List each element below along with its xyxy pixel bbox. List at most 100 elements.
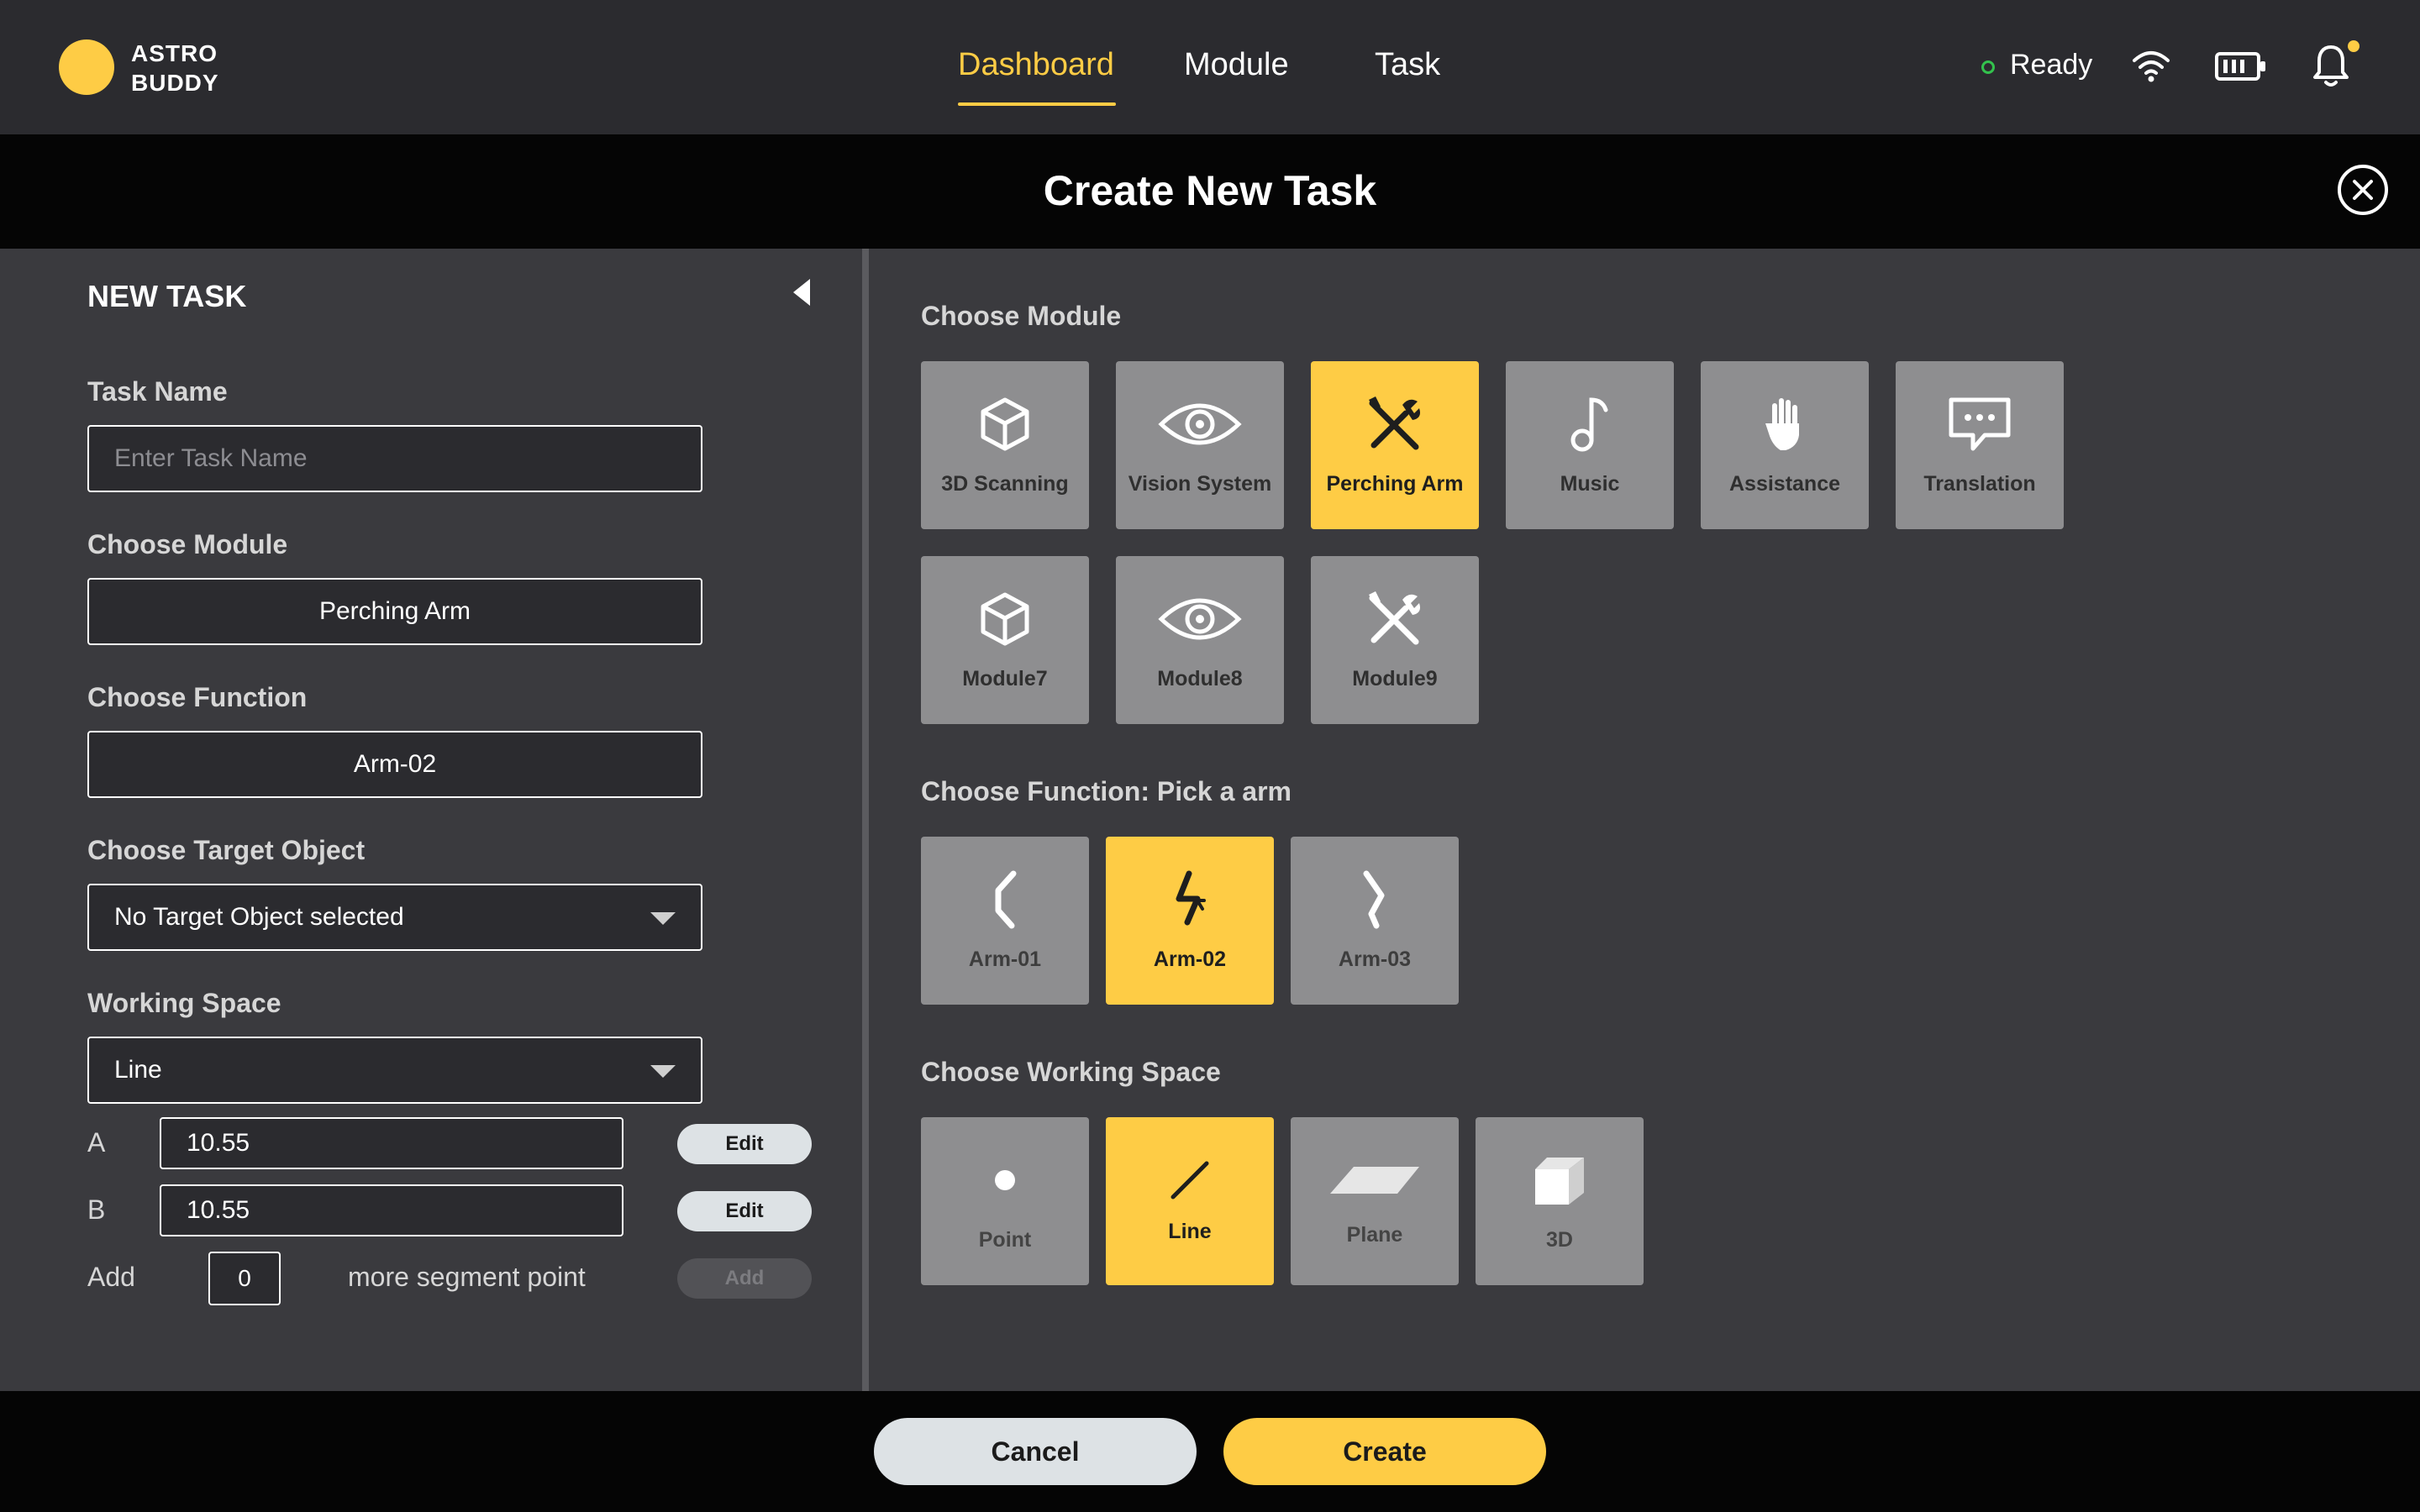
brand-line-1: ASTRO — [131, 40, 218, 66]
add-segment-button[interactable]: Add — [677, 1258, 812, 1299]
tile-label: Line — [1168, 1220, 1212, 1243]
edit-point-a-button[interactable]: Edit — [677, 1124, 812, 1164]
working-space-label: Working Space — [87, 988, 281, 1018]
tab-dashboard[interactable]: Dashboard — [958, 47, 1114, 83]
point-b-label: B — [87, 1194, 106, 1225]
chevron-down-icon — [650, 912, 676, 925]
module-tile-assistance[interactable]: Assistance — [1701, 361, 1869, 529]
task-name-label: Task Name — [87, 376, 228, 407]
module-tile-module9[interactable]: Module9 — [1311, 556, 1479, 724]
eye-icon — [1158, 403, 1242, 445]
brand-name: ASTRO BUDDY — [131, 39, 219, 97]
box-3d-icon — [1535, 1158, 1584, 1205]
target-object-label: Choose Target Object — [87, 835, 366, 865]
module-tile-translation[interactable]: Translation — [1896, 361, 2064, 529]
plane-icon — [1330, 1167, 1419, 1194]
choose-working-space-title: Choose Working Space — [921, 1057, 1221, 1087]
point-a-input[interactable]: 10.55 — [160, 1117, 623, 1169]
modal-title: Create New Task — [1043, 167, 1377, 214]
tab-task[interactable]: Task — [1375, 47, 1440, 83]
chevron-down-icon — [650, 1065, 676, 1078]
brand-line-2: BUDDY — [131, 70, 219, 96]
tools-icon — [1369, 396, 1420, 450]
task-form-panel: NEW TASK Task Name Choose Module Perchin… — [0, 249, 862, 1391]
add-prefix-label: Add — [87, 1262, 135, 1292]
working-space-value: Line — [114, 1056, 162, 1084]
tile-label: 3D — [1546, 1228, 1573, 1252]
tile-label: Arm-03 — [1338, 948, 1412, 971]
selection-panel: Choose Module 3D Scanning Vision System … — [869, 249, 2420, 1391]
logo-icon — [59, 39, 114, 95]
cube-icon — [981, 592, 1029, 646]
line-icon — [1171, 1161, 1209, 1200]
task-name-field[interactable] — [87, 425, 702, 492]
tile-label: Point — [978, 1228, 1032, 1252]
function-field[interactable]: Arm-02 — [87, 731, 702, 798]
tools-icon — [1369, 591, 1420, 645]
tile-label: Perching Arm — [1326, 472, 1464, 496]
function-label: Choose Function — [87, 682, 308, 712]
eye-icon — [1158, 598, 1242, 640]
cube-icon — [981, 397, 1029, 451]
module-tile-module7[interactable]: Module7 — [921, 556, 1089, 724]
module-tile-music[interactable]: Music — [1506, 361, 1674, 529]
modal-footer: Cancel Create — [0, 1391, 2420, 1512]
module-tile-3d-scanning[interactable]: 3D Scanning — [921, 361, 1089, 529]
tile-label: Plane — [1346, 1223, 1403, 1247]
create-button[interactable]: Create — [1223, 1418, 1546, 1485]
tile-label: Music — [1560, 472, 1620, 496]
point-a-label: A — [87, 1127, 106, 1158]
collapse-panel-icon[interactable] — [793, 279, 810, 306]
choose-module-title: Choose Module — [921, 301, 1122, 331]
function-tile-arm-01[interactable]: Arm-01 — [921, 837, 1089, 1005]
modal-header: Create New Task — [0, 134, 2420, 249]
choose-function-title: Choose Function: Pick a arm — [921, 776, 1292, 806]
function-tile-arm-02[interactable]: Arm-02 — [1106, 837, 1274, 1005]
music-note-icon — [1570, 397, 1608, 452]
tab-module[interactable]: Module — [1184, 47, 1289, 83]
edit-point-b-button[interactable]: Edit — [677, 1191, 812, 1231]
tile-label: Module9 — [1352, 667, 1438, 690]
target-object-select[interactable]: No Target Object selected — [87, 884, 702, 951]
tile-label: Module7 — [962, 667, 1048, 690]
tile-label: Assistance — [1728, 472, 1841, 496]
task-name-input[interactable] — [89, 427, 669, 491]
notification-badge — [2348, 40, 2360, 52]
close-icon — [2353, 180, 2373, 200]
tile-label: Arm-02 — [1153, 948, 1227, 971]
tile-label: Module8 — [1157, 667, 1243, 690]
module-label: Choose Module — [87, 529, 288, 559]
workspace-tile-line[interactable]: Line — [1106, 1117, 1274, 1285]
tile-label: Arm-01 — [968, 948, 1042, 971]
point-b-input[interactable]: 10.55 — [160, 1184, 623, 1236]
cancel-button[interactable]: Cancel — [874, 1418, 1197, 1485]
arm-left-icon — [995, 870, 1017, 929]
function-tile-arm-03[interactable]: Arm-03 — [1291, 837, 1459, 1005]
module-tile-module8[interactable]: Module8 — [1116, 556, 1284, 724]
chat-bubble-icon — [1949, 397, 2011, 451]
arm-right-icon — [1363, 870, 1385, 929]
working-space-select[interactable]: Line — [87, 1037, 702, 1104]
add-suffix-label: more segment point — [348, 1262, 586, 1292]
battery-icon — [2215, 52, 2265, 81]
tile-label: Vision System — [1128, 472, 1272, 496]
hand-icon — [1765, 398, 1799, 450]
status-indicator-icon — [1981, 60, 1995, 74]
workspace-tile-point[interactable]: Point — [921, 1117, 1089, 1285]
workspace-tile-3d[interactable]: 3D — [1476, 1117, 1644, 1285]
status-text: Ready — [2010, 49, 2093, 81]
module-field[interactable]: Perching Arm — [87, 578, 702, 645]
module-tile-perching-arm[interactable]: Perching Arm — [1311, 361, 1479, 529]
panel-divider — [862, 249, 869, 1391]
segment-count-input[interactable]: 0 — [208, 1252, 281, 1305]
wifi-icon — [2133, 51, 2170, 82]
workspace-tile-plane[interactable]: Plane — [1291, 1117, 1459, 1285]
close-button[interactable] — [2338, 165, 2388, 215]
top-nav: ASTRO BUDDY Dashboard Module Task Ready — [0, 0, 2420, 134]
tile-label: Translation — [1923, 472, 2036, 496]
point-icon — [995, 1170, 1015, 1190]
bell-icon[interactable] — [2312, 44, 2349, 89]
tile-label: 3D Scanning — [941, 472, 1069, 496]
target-object-value: No Target Object selected — [114, 903, 404, 931]
module-tile-vision-system[interactable]: Vision System — [1116, 361, 1284, 529]
